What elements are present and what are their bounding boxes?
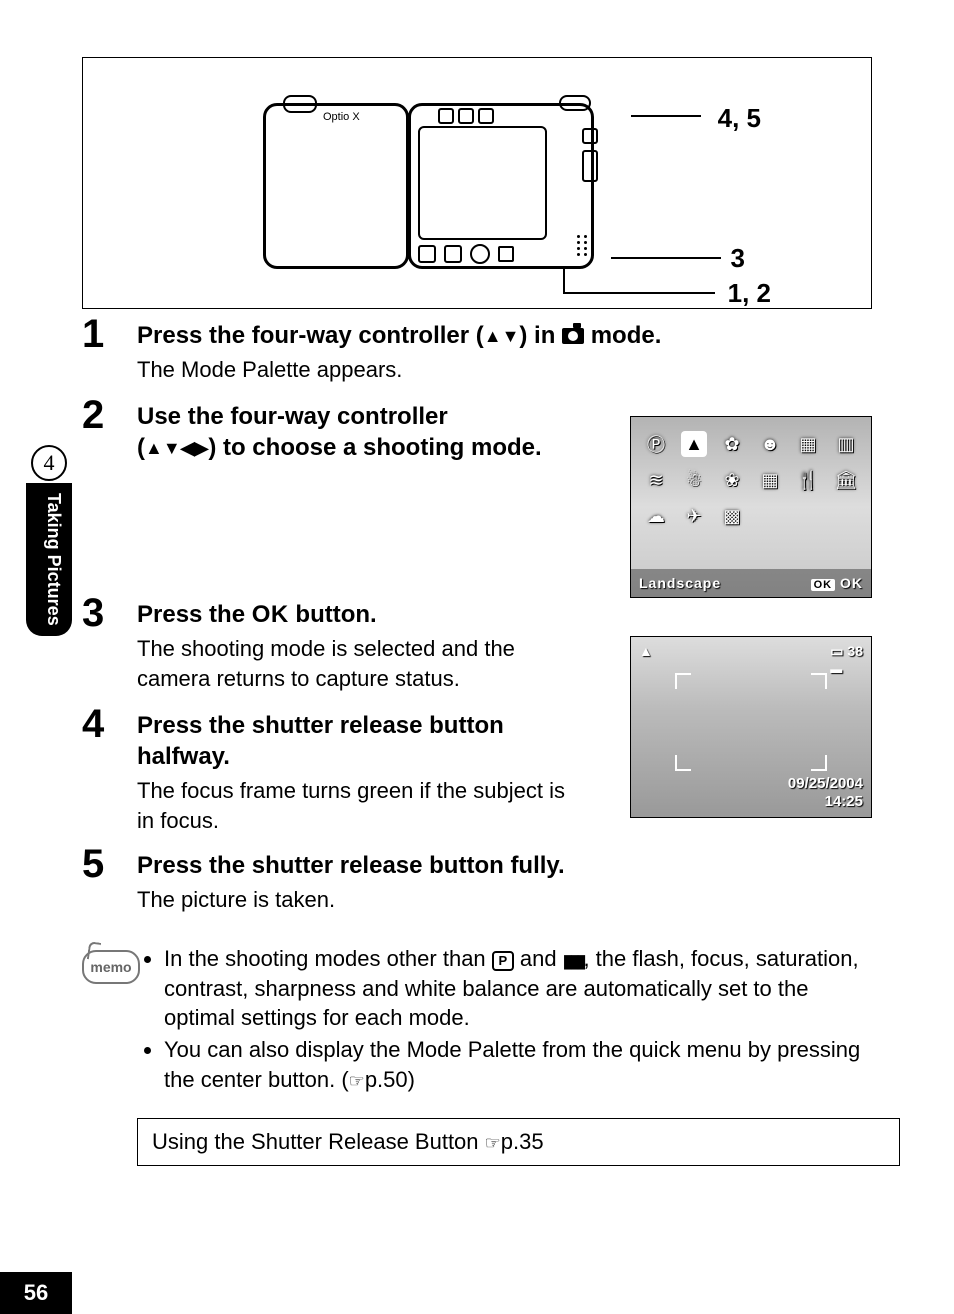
- page-number: 56: [0, 1272, 72, 1314]
- mode-landscape-icon: ▲: [681, 431, 707, 457]
- chapter-number: 4: [31, 445, 67, 481]
- mode-sport-icon: ✈: [681, 503, 707, 529]
- mode-panorama-icon: ▥: [833, 431, 859, 457]
- reference-icon: ☞: [349, 1071, 365, 1091]
- callout-3: 3: [731, 243, 745, 274]
- capture-date: 09/25/2004: [788, 775, 863, 792]
- camera-diagram: Optio X 4, 5 3 1, 2: [82, 57, 872, 309]
- remaining-count: 38: [847, 643, 863, 659]
- mode-surf-icon: ≋: [643, 467, 669, 493]
- mode-frame-icon: ▦: [795, 431, 821, 457]
- chapter-title: Taking Pictures: [26, 483, 72, 636]
- camera-mode-icon: [562, 328, 584, 344]
- mode-snow-icon: ☃: [681, 467, 707, 493]
- panorama-icon: ▮▮▮: [563, 949, 584, 973]
- reference-icon: ☞: [485, 1133, 501, 1153]
- mode-flower-icon: ✿: [719, 431, 745, 457]
- cross-reference-box: Using the Shutter Release Button ☞p.35: [137, 1118, 900, 1166]
- mode-fireworks-icon: ▩: [719, 503, 745, 529]
- memo-item-1: In the shooting modes other than P and ▮…: [164, 944, 870, 1033]
- mode-portrait-icon: ☻: [757, 431, 783, 457]
- mode-cloud-icon: ☁: [643, 503, 669, 529]
- memo-note: memo In the shooting modes other than P …: [82, 944, 870, 1096]
- memo-item-2: You can also display the Mode Palette fr…: [164, 1035, 870, 1094]
- camera-illustration: Optio X: [263, 88, 603, 268]
- mode-self-icon: ▦: [757, 467, 783, 493]
- capture-preview-screenshot: ▲ ▭ 38▬ 09/25/2004 14:25: [630, 636, 872, 818]
- memo-icon: memo: [82, 944, 142, 984]
- callout-12: 1, 2: [728, 278, 771, 309]
- steps: 1 Press the four-way controller (▲▼) in …: [82, 310, 870, 914]
- camera-brand-label: Optio X: [323, 111, 360, 123]
- callout-45: 4, 5: [718, 103, 761, 134]
- mode-indicator-icon: ▲: [639, 643, 653, 676]
- chapter-tab: 4 Taking Pictures: [28, 445, 70, 636]
- step-5: 5 Press the shutter release button fully…: [82, 844, 870, 915]
- step-1: 1 Press the four-way controller (▲▼) in …: [82, 314, 870, 385]
- mode-program-icon: Ⓟ: [643, 431, 669, 457]
- mode-label: Landscape: [639, 575, 721, 591]
- mode-palette-screenshot: Ⓟ ▲ ✿ ☻ ▦ ▥ ≋ ☃ ❀ ▦ 🍴 🏛 ☁ ✈ ▩ Landscape …: [630, 416, 872, 598]
- mode-soft-icon: ❀: [719, 467, 745, 493]
- mode-food-icon: 🍴: [795, 467, 821, 493]
- mode-museum-icon: 🏛: [833, 467, 859, 493]
- capture-time: 14:25: [825, 793, 863, 810]
